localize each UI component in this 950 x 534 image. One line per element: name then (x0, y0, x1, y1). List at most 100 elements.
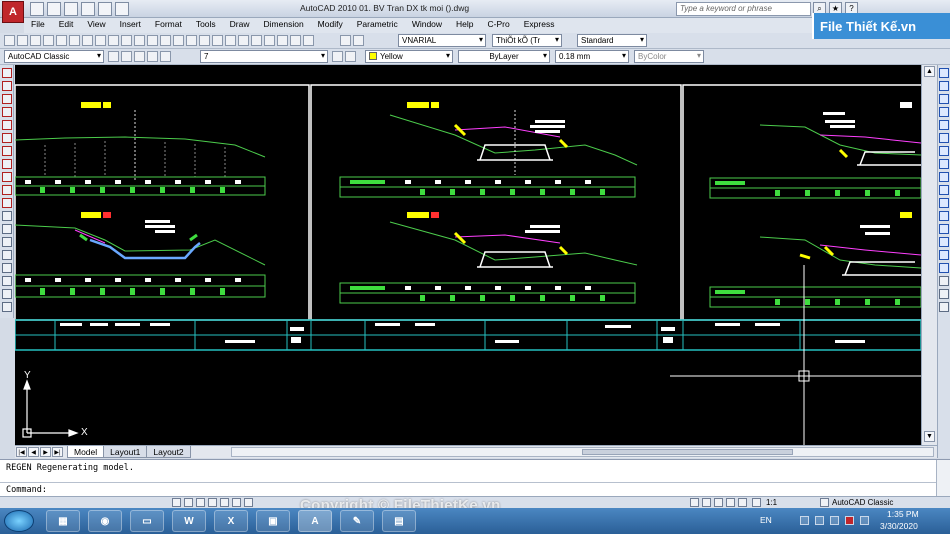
new-drawing-icon[interactable] (4, 35, 15, 46)
break-icon[interactable] (939, 211, 949, 221)
otrack-icon[interactable] (232, 498, 241, 507)
save-drawing-icon[interactable] (30, 35, 41, 46)
model-space-icon[interactable] (690, 498, 699, 507)
arc-icon[interactable] (1, 133, 12, 143)
taskbar-app-icon[interactable]: ▦ (46, 510, 80, 532)
plot-icon[interactable] (115, 2, 129, 16)
map-app-icon[interactable]: ▣ (256, 510, 290, 532)
horizontal-scrollbar[interactable] (230, 447, 934, 457)
hatch-icon[interactable] (1, 250, 12, 260)
language-indicator[interactable]: EN (760, 515, 772, 525)
rectangle-icon[interactable] (1, 120, 12, 130)
grid-icon[interactable] (184, 498, 193, 507)
region-icon[interactable] (1, 276, 12, 286)
first-tab-icon[interactable]: |◀ (16, 447, 27, 457)
linetype-select[interactable]: ByLayer (458, 50, 550, 63)
help-tool-icon[interactable] (303, 35, 314, 46)
ellipse-arc-icon[interactable] (1, 198, 12, 208)
osnap-icon[interactable] (220, 498, 229, 507)
menu-format[interactable]: Format (148, 18, 189, 33)
extend-icon[interactable] (939, 198, 949, 208)
design-center-icon[interactable] (238, 35, 249, 46)
help-search-input[interactable]: Type a keyword or phrase (676, 2, 811, 16)
vertical-scrollbar[interactable]: ▲ ▼ (921, 65, 937, 445)
offset-icon[interactable] (939, 107, 949, 117)
table-icon[interactable] (1, 289, 12, 299)
zoom-realtime-icon[interactable] (186, 35, 197, 46)
menu-edit[interactable]: Edit (52, 18, 81, 33)
menu-c-pro[interactable]: C-Pro (481, 18, 517, 33)
color-select[interactable]: Yellow (365, 50, 453, 63)
pan-status-icon[interactable] (714, 498, 723, 507)
copy-object-icon[interactable] (939, 81, 949, 91)
undo-icon[interactable] (81, 2, 95, 16)
application-menu-icon[interactable]: A (2, 1, 24, 23)
excel-icon[interactable]: X (214, 510, 248, 532)
menu-view[interactable]: View (80, 18, 112, 33)
join-icon[interactable] (939, 224, 949, 234)
zoom-status-icon[interactable] (726, 498, 735, 507)
make-current-icon[interactable] (332, 51, 343, 62)
spline-icon[interactable] (1, 172, 12, 182)
new-icon[interactable] (30, 2, 44, 16)
polyline-icon[interactable] (1, 94, 12, 104)
open-drawing-icon[interactable] (17, 35, 28, 46)
workspace-switch-icon[interactable] (820, 498, 829, 507)
preview-icon[interactable] (56, 35, 67, 46)
clock-time[interactable]: 1:35 PM (887, 509, 919, 519)
quickcalc-icon[interactable] (290, 35, 301, 46)
text-style-select[interactable]: VNARIAL (398, 34, 486, 47)
menu-help[interactable]: Help (449, 18, 480, 33)
menu-file[interactable]: File (24, 18, 52, 33)
undo-tool-icon[interactable] (147, 35, 158, 46)
menu-express[interactable]: Express (517, 18, 562, 33)
markup-icon[interactable] (277, 35, 288, 46)
dim-style-select[interactable]: ThiÕt kÕ (Tr (492, 34, 562, 47)
snap-icon[interactable] (172, 498, 181, 507)
move-icon[interactable] (939, 133, 949, 143)
stretch-icon[interactable] (939, 172, 949, 182)
annotation-scale-value[interactable]: 1:1 (766, 498, 777, 507)
erase-icon[interactable] (939, 68, 949, 78)
circle-icon[interactable] (1, 146, 12, 156)
copy-icon[interactable] (95, 35, 106, 46)
revision-cloud-icon[interactable] (1, 159, 12, 169)
browser-icon[interactable]: ◉ (88, 510, 122, 532)
workspace-select[interactable]: AutoCAD Classic (4, 50, 104, 63)
cut-icon[interactable] (82, 35, 93, 46)
layer-freeze-icon[interactable] (147, 51, 158, 62)
point-icon[interactable] (1, 237, 12, 247)
menu-parametric[interactable]: Parametric (350, 18, 405, 33)
multiline-text-icon[interactable] (1, 302, 12, 312)
volume-icon[interactable] (860, 516, 869, 525)
layer-previous-icon[interactable] (345, 51, 356, 62)
antivirus-icon[interactable] (845, 516, 854, 525)
last-tab-icon[interactable]: ▶| (52, 447, 63, 457)
photo-app-icon[interactable]: ▤ (382, 510, 416, 532)
trim-icon[interactable] (939, 185, 949, 195)
start-button-icon[interactable] (4, 510, 34, 532)
explode-icon[interactable] (939, 263, 949, 273)
menu-tools[interactable]: Tools (189, 18, 223, 33)
clock-date[interactable]: 3/30/2020 (880, 521, 918, 531)
layer-manager-icon[interactable] (121, 51, 132, 62)
polar-icon[interactable] (208, 498, 217, 507)
open-icon[interactable] (47, 2, 61, 16)
quick-view-icon[interactable] (702, 498, 711, 507)
plotstyle-select[interactable]: ByColor (634, 50, 704, 63)
flag-icon[interactable] (830, 516, 839, 525)
zoom-previous-icon[interactable] (212, 35, 223, 46)
fillet-icon[interactable] (939, 250, 949, 260)
paste-icon[interactable] (108, 35, 119, 46)
tool-palettes-icon[interactable] (251, 35, 262, 46)
status-workspace[interactable]: AutoCAD Classic (832, 498, 893, 507)
chamfer-icon[interactable] (939, 237, 949, 247)
draw-order-icon[interactable] (939, 276, 949, 286)
match-properties-icon[interactable] (121, 35, 132, 46)
tray-app-icon[interactable] (800, 516, 809, 525)
scale-icon[interactable] (939, 159, 949, 169)
inquiry-icon[interactable] (939, 302, 949, 312)
construction-line-icon[interactable] (1, 81, 12, 91)
scroll-down-icon[interactable]: ▼ (924, 431, 935, 442)
mirror-icon[interactable] (939, 94, 949, 104)
